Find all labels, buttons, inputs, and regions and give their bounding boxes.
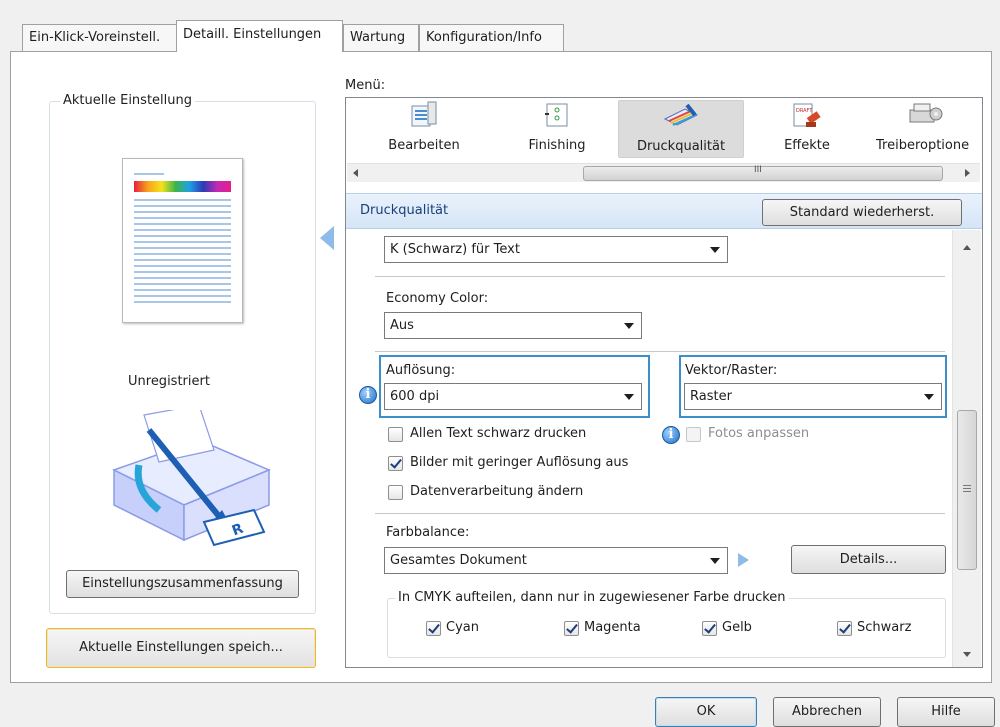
settings-summary-button[interactable]: Einstellungszusammenfassung (66, 570, 299, 598)
tab-configuration[interactable]: Konfiguration/Info (419, 24, 564, 51)
details-button[interactable]: Details... (791, 545, 946, 574)
ok-button[interactable]: OK (655, 697, 757, 727)
chevron-down-icon (624, 394, 634, 400)
tab-detail-settings[interactable]: Detaill. Einstellungen (176, 20, 343, 52)
vector-raster-select[interactable]: Raster (684, 383, 942, 410)
help-button[interactable]: Hilfe (897, 697, 995, 727)
save-current-settings-button[interactable]: Aktuelle Einstellungen speich... (46, 628, 316, 668)
chevron-down-icon (710, 558, 720, 564)
tab-maintenance[interactable]: Wartung (343, 24, 419, 51)
color-balance-select[interactable]: Gesamtes Dokument (384, 547, 728, 574)
restore-defaults-button[interactable]: Standard wiederherst. (762, 199, 962, 226)
resolution-select[interactable]: 600 dpi (384, 383, 642, 410)
chevron-down-icon (924, 394, 934, 400)
economy-color-select[interactable]: Aus (384, 312, 642, 339)
chevron-down-icon (710, 247, 720, 253)
tab-one-click[interactable]: Ein-Klick-Voreinstell. (22, 24, 177, 51)
text-mode-select[interactable]: K (Schwarz) für Text (384, 236, 728, 263)
cancel-button[interactable]: Abbrechen (773, 697, 881, 727)
chevron-down-icon (624, 323, 634, 329)
